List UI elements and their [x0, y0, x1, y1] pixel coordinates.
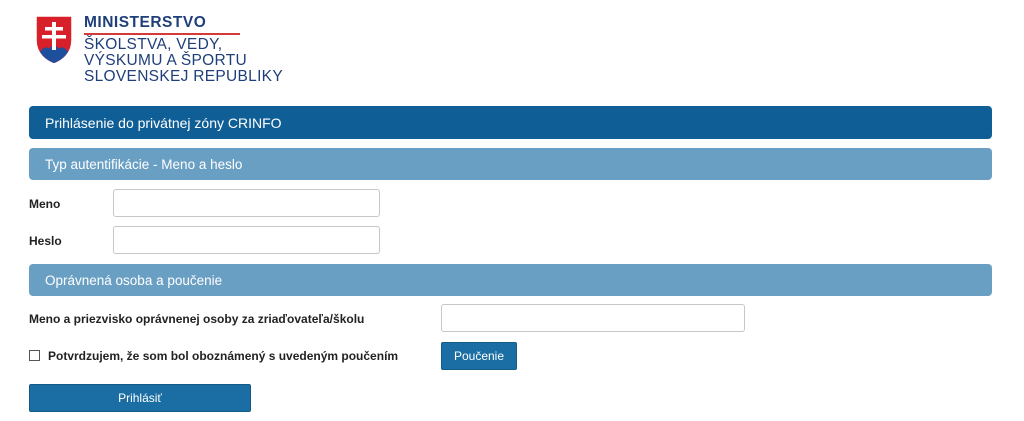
logo-line-4: SLOVENSKEJ REPUBLIKY — [84, 68, 283, 85]
logo-subtitle: ŠKOLSTVA, VEDY, VÝSKUMU A ŠPORTU SLOVENS… — [84, 37, 283, 85]
password-input[interactable] — [113, 226, 380, 254]
consent-section-header: Oprávnená osoba a poučenie — [29, 264, 992, 296]
auth-section-title: Typ autentifikácie - Meno a heslo — [45, 156, 243, 172]
slovak-coat-of-arms-icon — [35, 15, 73, 65]
info-button[interactable]: Poučenie — [441, 342, 517, 370]
logo-divider — [84, 33, 240, 35]
login-button-label: Prihlásiť — [118, 391, 162, 405]
logo-line-2: ŠKOLSTVA, VEDY, — [84, 36, 223, 53]
info-button-label: Poučenie — [453, 349, 505, 363]
auth-section-header: Typ autentifikácie - Meno a heslo — [29, 148, 992, 180]
authorized-person-input[interactable] — [441, 304, 745, 332]
password-label: Heslo — [29, 234, 62, 248]
page-title-bar: Prihlásenie do privátnej zóny CRINFO — [29, 106, 992, 139]
page-title: Prihlásenie do privátnej zóny CRINFO — [45, 114, 282, 131]
consent-section-title: Oprávnená osoba a poučenie — [45, 272, 223, 288]
username-label: Meno — [29, 197, 61, 211]
confirm-label: Potvrdzujem, že som bol oboznámený s uve… — [48, 349, 399, 363]
confirm-checkbox[interactable] — [29, 350, 40, 361]
ministry-logo: MINISTERSTVO ŠKOLSTVA, VEDY, VÝSKUMU A Š… — [34, 12, 294, 92]
logo-line-3: VÝSKUMU A ŠPORTU — [84, 52, 248, 69]
authorized-person-label: Meno a priezvisko oprávnenej osoby za zr… — [29, 312, 365, 326]
username-input[interactable] — [113, 189, 380, 217]
login-button[interactable]: Prihlásiť — [29, 384, 251, 412]
logo-title: MINISTERSTVO — [84, 14, 207, 31]
